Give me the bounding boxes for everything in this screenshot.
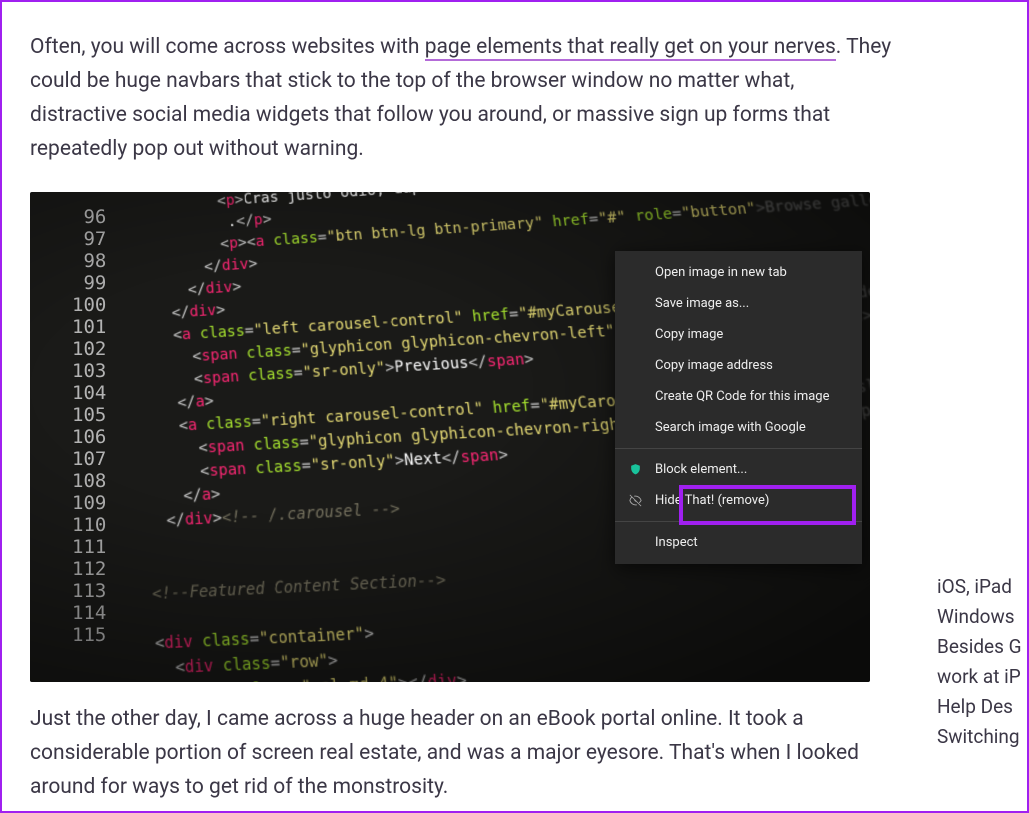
sidebar-line: Windows [937, 602, 1027, 632]
sidebar-line: work at iP [937, 662, 1027, 692]
line-number: 99 [72, 273, 106, 295]
line-number: 105 [72, 405, 106, 427]
context-menu-item-label: Hide That! (remove) [655, 493, 769, 508]
context-menu-item[interactable]: Search image with Google [615, 412, 862, 443]
context-menu-block-element[interactable]: Block element... [615, 454, 862, 485]
line-number: 102 [72, 339, 106, 361]
context-menu-item[interactable]: Open image in new tab [615, 257, 862, 288]
context-menu: Open image in new tabSave image as...Cop… [615, 251, 862, 564]
para1-pre: Often, you will come across websites wit… [30, 35, 425, 59]
line-number: 111 [72, 537, 106, 559]
context-menu-item[interactable]: Save image as... [615, 288, 862, 319]
code-screenshot-image[interactable]: 9697989910010110210310410510610710810911… [30, 192, 870, 682]
line-number: 113 [72, 581, 106, 603]
line-number: 101 [72, 317, 106, 339]
context-menu-item-label: Block element... [655, 462, 747, 477]
context-menu-divider [615, 448, 862, 449]
sidebar-line: iOS, iPad [937, 572, 1027, 602]
context-menu-item[interactable]: Copy image [615, 319, 862, 350]
line-number: 115 [72, 625, 106, 647]
line-number: 114 [72, 603, 106, 625]
line-number: 109 [72, 493, 106, 515]
intro-paragraph: Often, you will come across websites wit… [30, 30, 894, 166]
sidebar-partial-text: iOS, iPadWindowsBesides Gwork at iPHelp … [937, 572, 1027, 752]
line-number-gutter: 9697989910010110210310410510610710810911… [72, 207, 106, 647]
context-menu-inspect[interactable]: Inspect [615, 527, 862, 558]
line-number: 112 [72, 559, 106, 581]
line-number: 103 [72, 361, 106, 383]
shield-icon [627, 462, 643, 478]
line-number: 110 [72, 515, 106, 537]
context-menu-item[interactable]: Copy image address [615, 350, 862, 381]
line-number: 108 [72, 471, 106, 493]
line-number: 98 [72, 251, 106, 273]
context-menu-item[interactable]: Create QR Code for this image [615, 381, 862, 412]
context-menu-divider [615, 521, 862, 522]
line-number: 107 [72, 449, 106, 471]
line-number: 97 [72, 229, 106, 251]
eye-off-icon [627, 493, 643, 509]
line-number: 96 [72, 207, 106, 229]
line-number: 106 [72, 427, 106, 449]
sidebar-line: Help Des [937, 692, 1027, 722]
sidebar-line: Switching [937, 722, 1027, 752]
line-number: 100 [72, 295, 106, 317]
page-elements-link[interactable]: page elements that really get on your ne… [425, 35, 836, 61]
context-menu-hide-that[interactable]: Hide That! (remove) [615, 485, 862, 516]
second-paragraph: Just the other day, I came across a huge… [30, 702, 894, 804]
sidebar-line: Besides G [937, 632, 1027, 662]
line-number: 104 [72, 383, 106, 405]
